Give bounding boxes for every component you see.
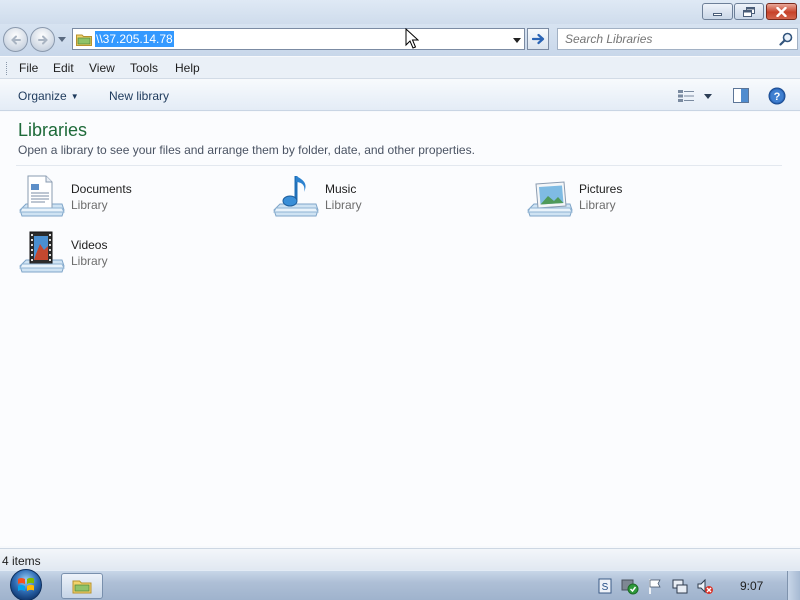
library-type: Library <box>325 198 362 212</box>
menu-grip <box>6 62 8 75</box>
back-button[interactable] <box>3 27 28 52</box>
menu-help[interactable]: Help <box>175 61 200 75</box>
command-bar: Organize ▼ New library ? <box>0 80 800 111</box>
restore-icon <box>743 6 755 17</box>
action-center-flag-icon[interactable] <box>646 577 664 595</box>
library-name: Pictures <box>579 182 623 196</box>
volume-muted-icon[interactable] <box>696 577 714 595</box>
menu-bar: File Edit View Tools Help <box>0 57 800 79</box>
start-button[interactable] <box>6 568 46 600</box>
menu-file[interactable]: File <box>19 61 38 75</box>
minimize-icon <box>713 13 722 16</box>
search-box[interactable] <box>557 28 798 50</box>
chevron-down-icon: ▼ <box>70 92 79 101</box>
forward-button[interactable] <box>30 27 55 52</box>
forward-arrow-icon <box>37 35 48 44</box>
search-input[interactable] <box>565 32 775 46</box>
library-type: Library <box>71 254 108 268</box>
back-arrow-icon <box>10 35 21 44</box>
minimize-button[interactable] <box>702 3 733 20</box>
folder-icon <box>76 34 92 46</box>
go-button[interactable] <box>527 28 549 50</box>
library-item-pictures[interactable]: Pictures Library <box>526 172 766 224</box>
library-name: Music <box>325 182 357 196</box>
taskbar: S 9:07 <box>0 568 800 600</box>
taskbar-explorer-button[interactable] <box>61 573 103 599</box>
content-area: Libraries Open a library to see your fil… <box>0 112 800 546</box>
divider <box>16 165 782 166</box>
address-path[interactable]: \\37.205.14.78 <box>95 31 174 47</box>
library-item-videos[interactable]: Videos Library <box>18 228 258 280</box>
title-bar[interactable] <box>0 0 800 24</box>
library-item-music[interactable]: Music Library <box>272 172 512 224</box>
documents-library-icon <box>19 175 65 217</box>
close-icon <box>776 6 787 17</box>
page-title: Libraries <box>18 120 88 140</box>
pictures-library-icon <box>527 181 573 217</box>
menu-tools[interactable]: Tools <box>130 61 158 75</box>
close-button[interactable] <box>766 3 797 20</box>
change-view-button[interactable] <box>677 88 713 104</box>
address-history-dropdown[interactable] <box>513 35 521 45</box>
folder-icon <box>72 580 92 594</box>
svg-text:?: ? <box>774 91 781 103</box>
system-tray: S <box>596 575 721 597</box>
details-view-icon <box>678 90 694 102</box>
navigation-bar: \\37.205.14.78 <box>0 24 800 56</box>
svg-text:S: S <box>602 582 609 593</box>
network-icon[interactable] <box>671 577 689 595</box>
library-type: Library <box>579 198 616 212</box>
address-bar[interactable]: \\37.205.14.78 <box>72 28 525 50</box>
menu-edit[interactable]: Edit <box>53 61 74 75</box>
library-name: Documents <box>71 182 132 196</box>
chevron-down-icon <box>58 36 66 42</box>
library-name: Videos <box>71 238 108 252</box>
restore-button[interactable] <box>734 3 764 20</box>
music-library-icon <box>273 176 319 217</box>
security-shield-icon[interactable] <box>621 577 639 595</box>
search-icon[interactable] <box>779 32 793 46</box>
mouse-cursor-icon <box>405 28 419 49</box>
clock[interactable]: 9:07 <box>740 579 763 593</box>
show-desktop-button[interactable] <box>787 571 800 600</box>
chevron-down-icon <box>704 93 712 99</box>
new-library-button[interactable]: New library <box>109 89 169 103</box>
item-count: 4 items <box>2 554 41 568</box>
go-arrow-icon <box>531 33 544 45</box>
page-subtitle: Open a library to see your files and arr… <box>18 143 475 157</box>
menu-view[interactable]: View <box>89 61 115 75</box>
library-type: Library <box>71 198 108 212</box>
input-method-icon[interactable]: S <box>596 577 614 595</box>
recent-pages-button[interactable] <box>57 33 67 45</box>
explorer-window: \\37.205.14.78 File Edit View Tools Help… <box>0 0 800 570</box>
library-item-documents[interactable]: Documents Library <box>18 172 258 224</box>
chevron-down-icon <box>513 38 521 43</box>
videos-library-icon <box>19 231 65 273</box>
status-bar: 4 items <box>0 548 800 570</box>
organize-label: Organize <box>18 89 67 103</box>
preview-pane-icon[interactable] <box>733 88 749 103</box>
help-icon[interactable]: ? <box>768 87 786 105</box>
organize-button[interactable]: Organize ▼ <box>18 89 79 103</box>
